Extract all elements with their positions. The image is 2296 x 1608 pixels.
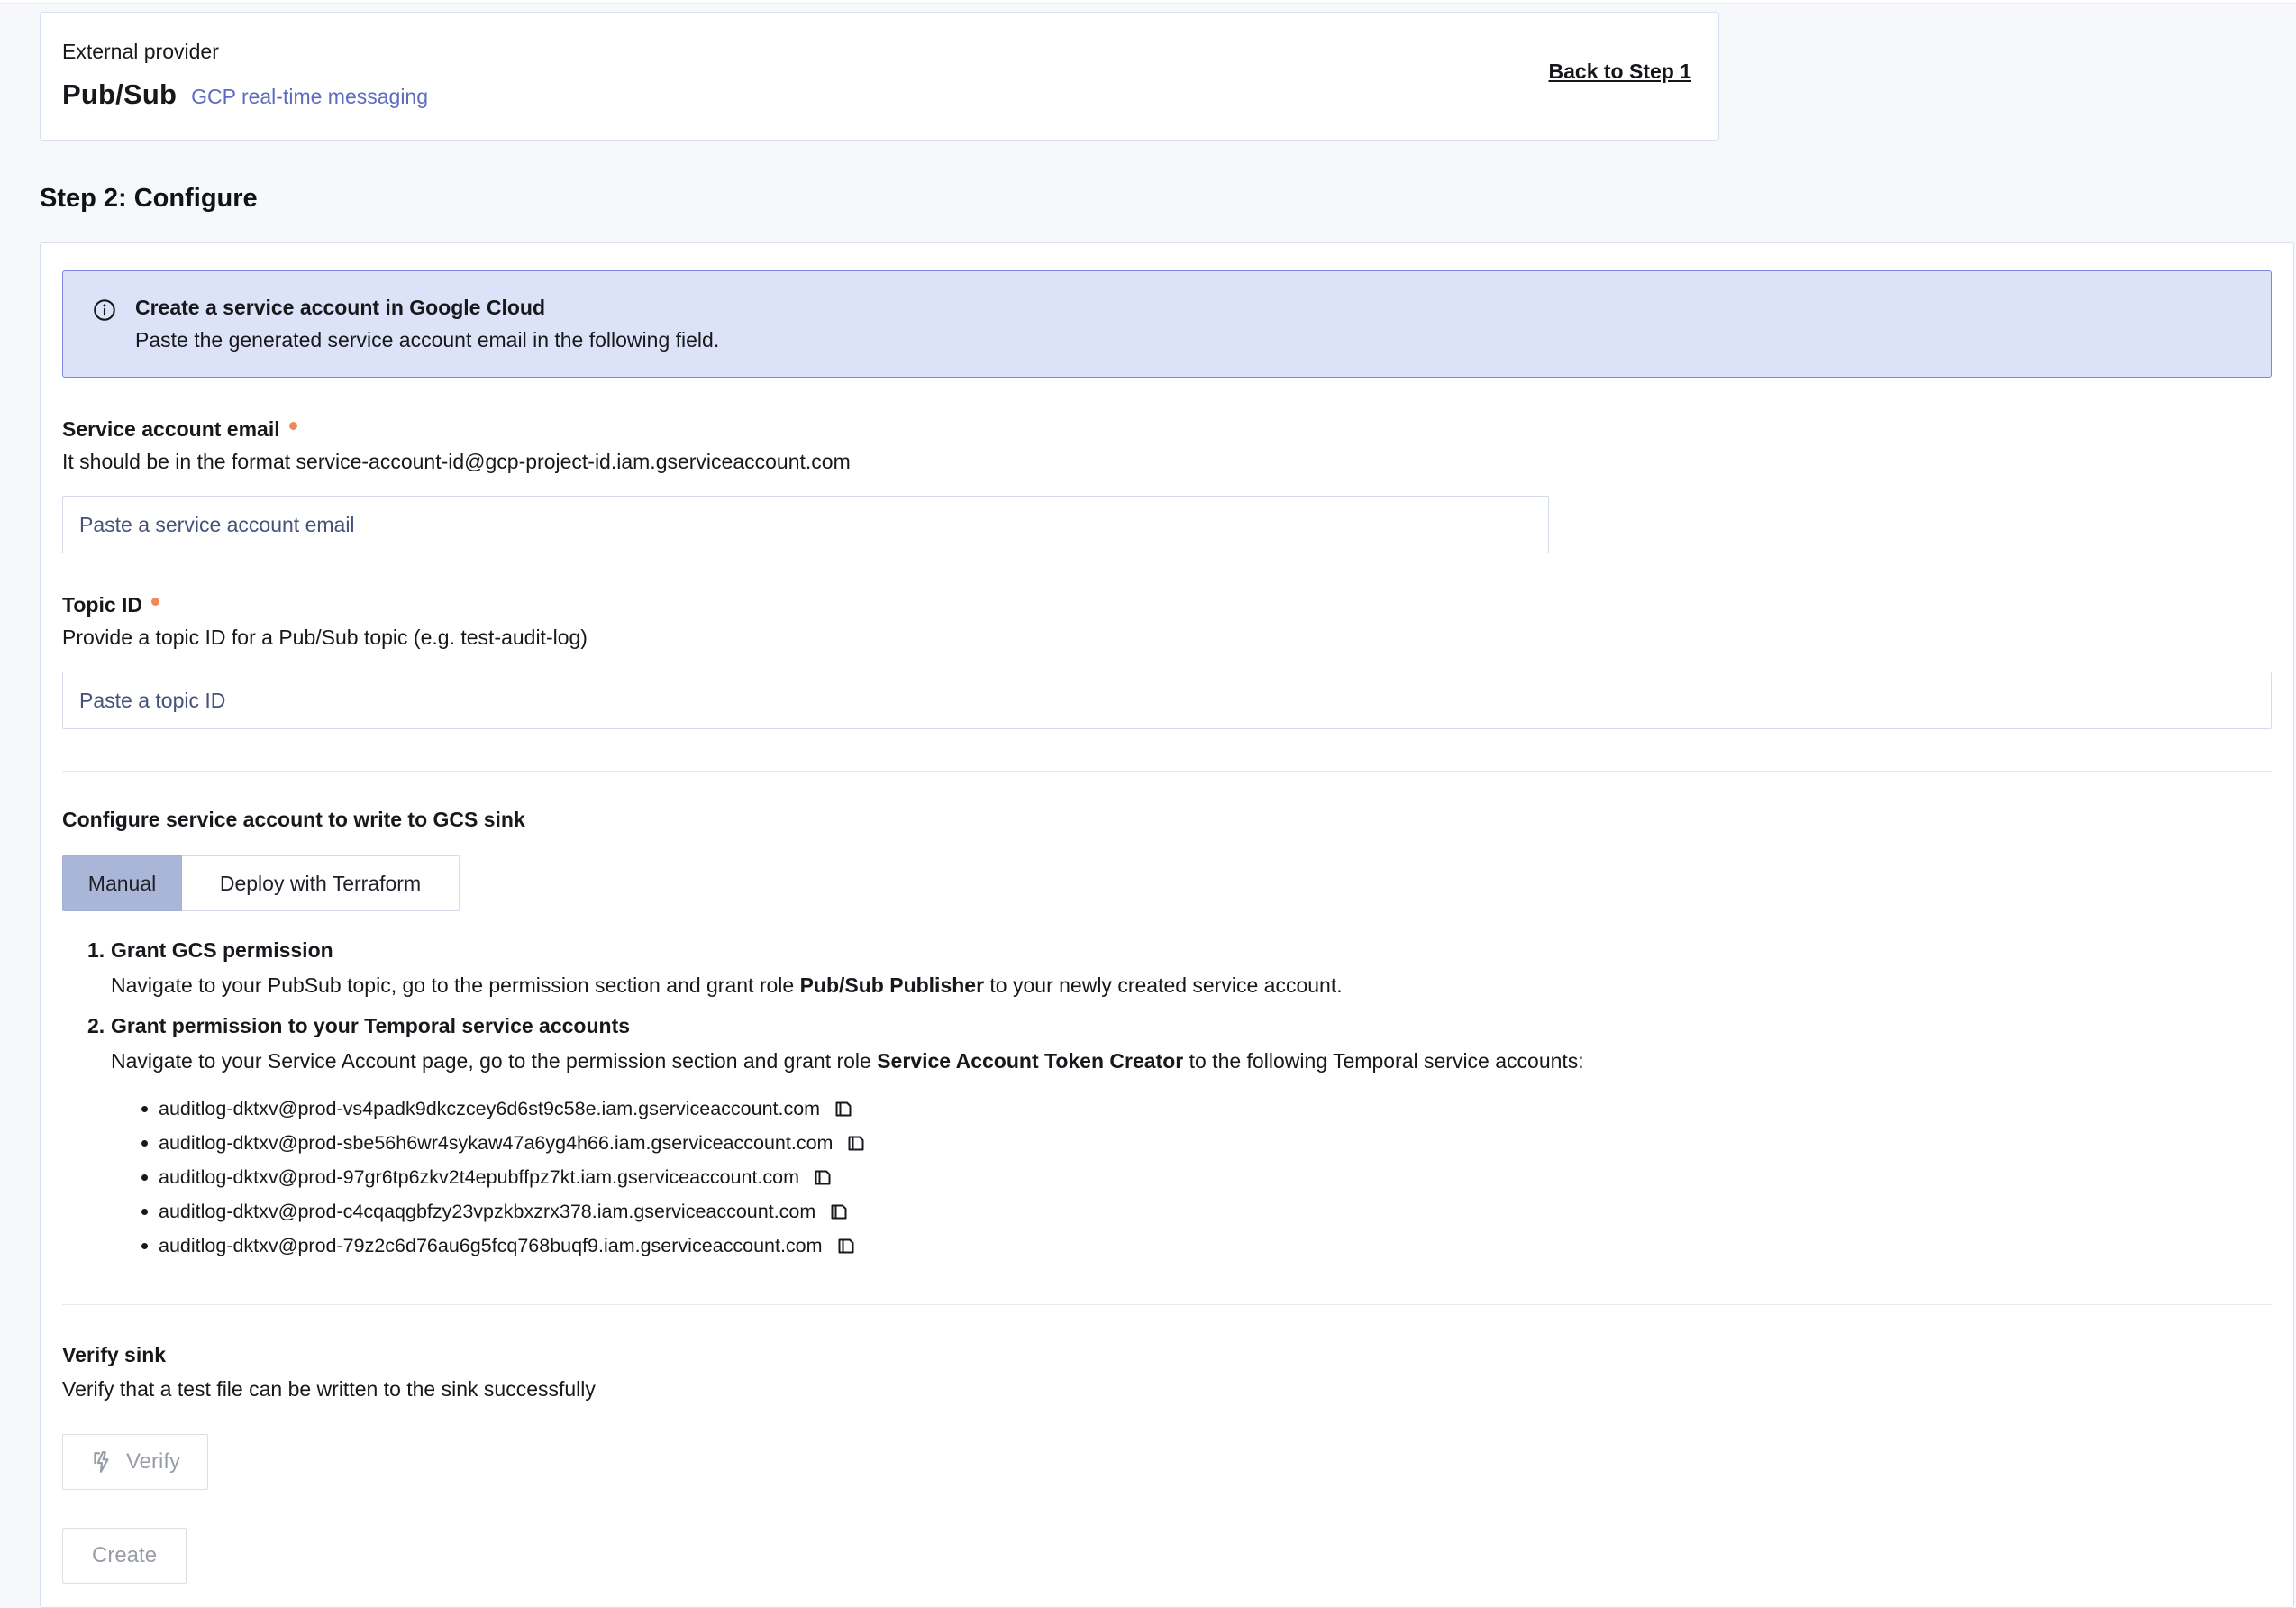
configure-sink-title: Configure service account to write to GC…	[62, 808, 2272, 832]
manual-instructions: 1. Grant GCS permission Navigate to your…	[87, 938, 2272, 1263]
provider-tagline: GCP real-time messaging	[191, 85, 428, 109]
provider-eyebrow: External provider	[62, 40, 1691, 64]
copy-icon[interactable]	[834, 1233, 859, 1258]
service-account-email: auditlog-dktxv@prod-97gr6tp6zkv2t4epubff…	[159, 1166, 799, 1189]
bullet-icon	[141, 1209, 148, 1215]
verify-sink-subtitle: Verify that a test file can be written t…	[62, 1377, 2272, 1402]
service-account-email-label: Service account email	[62, 417, 2272, 442]
service-account-row: auditlog-dktxv@prod-79z2c6d76au6g5fcq768…	[141, 1229, 2272, 1263]
copy-icon[interactable]	[810, 1165, 835, 1190]
temporal-service-account-list: auditlog-dktxv@prod-vs4padk9dkczcey6d6st…	[141, 1092, 2272, 1263]
create-button[interactable]: Create	[62, 1528, 187, 1584]
configure-card: Create a service account in Google Cloud…	[40, 242, 2294, 1608]
provider-title-row: Pub/Sub GCP real-time messaging	[62, 78, 1691, 111]
copy-icon[interactable]	[831, 1096, 856, 1121]
bullet-icon	[141, 1140, 148, 1147]
instruction-step-2: 2. Grant permission to your Temporal ser…	[87, 1014, 2272, 1074]
step-2-number: 2.	[87, 1014, 111, 1038]
bullet-icon	[141, 1174, 148, 1181]
bullet-icon	[141, 1106, 148, 1112]
service-account-email: auditlog-dktxv@prod-c4cqaqgbfzy23vpzkbxz…	[159, 1201, 815, 1223]
step-2-role-name: Service Account Token Creator	[877, 1049, 1183, 1073]
step-1-title: Grant GCS permission	[111, 938, 333, 963]
step-2-title: Grant permission to your Temporal servic…	[111, 1014, 630, 1038]
info-banner-subtitle: Paste the generated service account emai…	[135, 328, 719, 352]
provider-name: Pub/Sub	[62, 78, 177, 111]
instruction-step-1: 1. Grant GCS permission Navigate to your…	[87, 938, 2272, 998]
top-border-strip	[0, 0, 2296, 4]
info-banner: Create a service account in Google Cloud…	[62, 270, 2272, 378]
topic-id-help: Provide a topic ID for a Pub/Sub topic (…	[62, 626, 2272, 650]
create-button-label: Create	[92, 1543, 157, 1568]
section-divider	[62, 1304, 2272, 1305]
service-account-email-help: It should be in the format service-accou…	[62, 450, 2272, 474]
step-1-desc-prefix: Navigate to your PubSub topic, go to the…	[111, 973, 800, 997]
tab-deploy-with-terraform[interactable]: Deploy with Terraform	[182, 855, 460, 911]
verify-button-label: Verify	[126, 1449, 180, 1475]
info-banner-title: Create a service account in Google Cloud	[135, 296, 719, 320]
step-1-description: Navigate to your PubSub topic, go to the…	[111, 973, 2272, 998]
service-account-email-label-text: Service account email	[62, 417, 280, 442]
service-account-email: auditlog-dktxv@prod-79z2c6d76au6g5fcq768…	[159, 1235, 823, 1257]
service-account-row: auditlog-dktxv@prod-97gr6tp6zkv2t4epubff…	[141, 1160, 2272, 1194]
verify-sink-title: Verify sink	[62, 1343, 2272, 1367]
step-1-desc-suffix: to your newly created service account.	[984, 973, 1343, 997]
bullet-icon	[141, 1243, 148, 1249]
provider-card: External provider Pub/Sub GCP real-time …	[40, 12, 1719, 141]
topic-id-label: Topic ID	[62, 593, 2272, 617]
topic-id-label-text: Topic ID	[62, 593, 142, 617]
page-title: Step 2: Configure	[40, 184, 2296, 214]
info-icon	[92, 297, 117, 323]
service-account-email: auditlog-dktxv@prod-sbe56h6wr4sykaw47a6y…	[159, 1132, 833, 1155]
service-account-row: auditlog-dktxv@prod-vs4padk9dkczcey6d6st…	[141, 1092, 2272, 1126]
configure-method-tabs: Manual Deploy with Terraform	[62, 855, 2272, 911]
tab-manual[interactable]: Manual	[62, 855, 182, 911]
service-account-row: auditlog-dktxv@prod-sbe56h6wr4sykaw47a6y…	[141, 1126, 2272, 1160]
step-1-role-name: Pub/Sub Publisher	[800, 973, 984, 997]
step-2-desc-prefix: Navigate to your Service Account page, g…	[111, 1049, 877, 1073]
required-indicator-dot	[289, 422, 297, 430]
step-2-desc-suffix: to the following Temporal service accoun…	[1183, 1049, 1583, 1073]
back-to-step-1-link[interactable]: Back to Step 1	[1549, 59, 1692, 84]
service-account-row: auditlog-dktxv@prod-c4cqaqgbfzy23vpzkbxz…	[141, 1194, 2272, 1229]
service-account-email: auditlog-dktxv@prod-vs4padk9dkczcey6d6st…	[159, 1098, 820, 1120]
topic-id-input[interactable]	[62, 672, 2272, 729]
service-account-email-input[interactable]	[62, 496, 1549, 553]
step-1-number: 1.	[87, 938, 111, 963]
copy-icon[interactable]	[826, 1199, 852, 1224]
copy-icon[interactable]	[843, 1130, 869, 1156]
required-indicator-dot	[151, 598, 159, 606]
verify-button[interactable]: Verify	[62, 1434, 208, 1490]
info-banner-text: Create a service account in Google Cloud…	[135, 296, 719, 352]
section-divider	[62, 771, 2272, 772]
step-2-description: Navigate to your Service Account page, g…	[111, 1049, 2272, 1074]
zap-icon	[90, 1450, 114, 1474]
